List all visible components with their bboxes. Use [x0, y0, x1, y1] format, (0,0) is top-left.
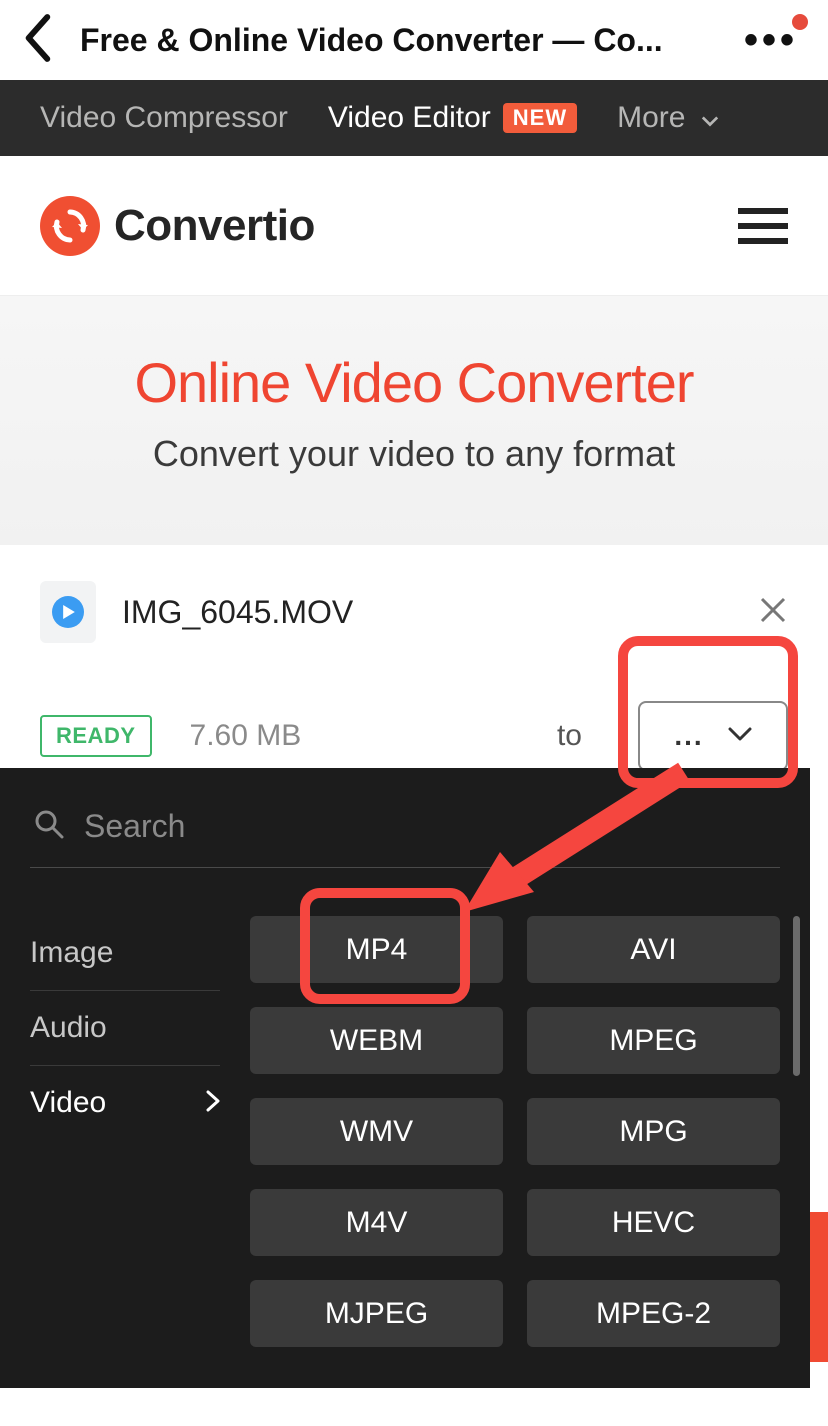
chevron-right-icon — [206, 1086, 220, 1120]
format-option-mpeg2[interactable]: MPEG-2 — [527, 1280, 780, 1347]
category-label: Video — [30, 1086, 106, 1120]
brand-logo-area[interactable]: Convertio — [40, 196, 315, 256]
file-name: IMG_6045.MOV — [122, 594, 732, 631]
status-badge: READY — [40, 715, 152, 757]
format-option-mjpeg[interactable]: MJPEG — [250, 1280, 503, 1347]
format-option-mp4[interactable]: MP4 — [250, 916, 503, 983]
format-option-hevc[interactable]: HEVC — [527, 1189, 780, 1256]
category-image[interactable]: Image — [30, 916, 220, 991]
nav-video-compressor[interactable]: Video Compressor — [40, 101, 288, 135]
category-label: Audio — [30, 1011, 107, 1045]
chevron-down-icon — [728, 727, 752, 746]
file-size: 7.60 MB — [190, 719, 302, 753]
page-title: Free & Online Video Converter — Co... — [80, 22, 663, 59]
nav-more[interactable]: More — [617, 101, 719, 135]
category-label: Image — [30, 936, 113, 970]
format-option-avi[interactable]: AVI — [527, 916, 780, 983]
hero-subtitle: Convert your video to any format — [20, 433, 808, 475]
search-icon — [34, 809, 64, 844]
format-option-webm[interactable]: WEBM — [250, 1007, 503, 1074]
category-audio[interactable]: Audio — [30, 991, 220, 1066]
hero-title: Online Video Converter — [20, 350, 808, 415]
remove-file-button[interactable] — [758, 595, 788, 630]
format-search-input[interactable] — [84, 808, 776, 845]
scrollbar[interactable] — [793, 916, 800, 1076]
format-option-mpg[interactable]: MPG — [527, 1098, 780, 1165]
convertio-logo-icon — [40, 196, 100, 256]
hamburger-icon — [738, 208, 788, 214]
nav-more-label: More — [617, 101, 685, 135]
browser-more-button[interactable]: ••• — [738, 20, 804, 60]
format-select-dropdown[interactable]: ... — [638, 701, 788, 771]
back-button[interactable] — [24, 14, 52, 67]
menu-button[interactable] — [738, 208, 788, 244]
play-icon — [52, 596, 84, 628]
new-badge: NEW — [503, 103, 577, 133]
nav-video-editor[interactable]: Video Editor NEW — [328, 101, 577, 135]
format-option-m4v[interactable]: M4V — [250, 1189, 503, 1256]
brand-name: Convertio — [114, 201, 315, 251]
chevron-down-icon — [697, 101, 719, 135]
dots-icon: ••• — [744, 18, 798, 62]
format-select-value: ... — [674, 720, 703, 752]
to-label: to — [557, 719, 582, 753]
format-option-mpeg[interactable]: MPEG — [527, 1007, 780, 1074]
format-option-wmv[interactable]: WMV — [250, 1098, 503, 1165]
category-video[interactable]: Video — [30, 1066, 220, 1140]
side-accent-bar — [810, 1212, 828, 1362]
notification-dot-icon — [792, 14, 808, 30]
nav-video-editor-label: Video Editor — [328, 101, 491, 135]
file-type-icon — [40, 581, 96, 643]
